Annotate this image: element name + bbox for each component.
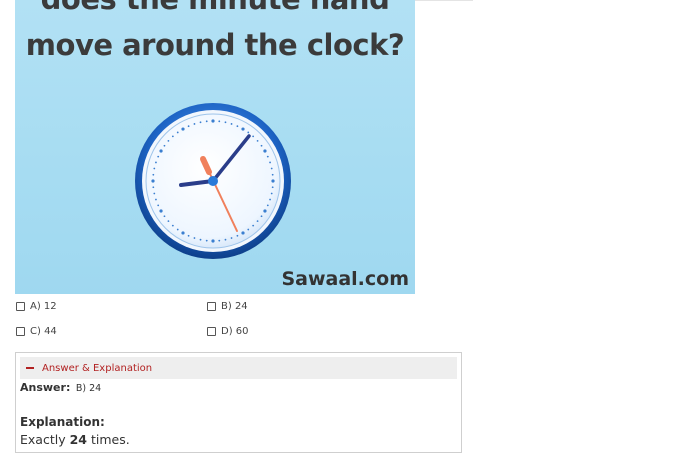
clock-tick [163, 144, 166, 147]
answer-value: B) 24 [75, 383, 102, 394]
explanation-number: 24 [69, 432, 87, 447]
clock-tick [236, 234, 239, 237]
clock-tick [199, 238, 202, 241]
question-text-line-2: move around the clock? [25, 28, 405, 62]
explanation-suffix: times. [86, 432, 130, 447]
clock-tick [241, 127, 245, 131]
answer-panel: Answer & Explanation Answer: B) 24 Expla… [15, 352, 462, 453]
clock-tick [269, 161, 271, 164]
clock-tick [181, 231, 185, 235]
clock-tick [151, 179, 155, 183]
clock-tick [152, 186, 155, 189]
option-d-label: D) 60 [221, 326, 249, 337]
clock-tick [193, 123, 196, 125]
clock-tick [263, 149, 267, 153]
clock-tick [159, 149, 163, 153]
clock-tick [218, 120, 221, 123]
clock-tick [256, 139, 259, 142]
clock-tick [187, 125, 190, 128]
option-c[interactable]: C) 44 [16, 326, 57, 337]
clock-tick [236, 125, 239, 128]
option-d-checkbox[interactable] [207, 327, 216, 336]
clock-tick [157, 204, 160, 207]
clock-tick [153, 167, 156, 170]
clock-tick [247, 131, 250, 134]
answer-explanation-title[interactable]: Answer & Explanation [42, 363, 152, 374]
clock-tick [176, 131, 179, 134]
clock-tick [153, 192, 156, 195]
clock-tick [224, 121, 227, 124]
clock-tick [163, 215, 166, 218]
clock-tick [167, 220, 170, 223]
answer-explanation-toggle[interactable]: Answer & Explanation [20, 357, 457, 379]
clock-tick [247, 228, 250, 231]
explanation-label: Explanation: [20, 415, 105, 429]
clock-tick [260, 215, 263, 218]
clock-tick [167, 139, 170, 142]
option-a-checkbox[interactable] [16, 302, 25, 311]
clock-tick [211, 239, 215, 243]
clock-tick [270, 167, 273, 170]
question-image: does the minute hand move around the clo… [15, 0, 415, 294]
option-b-checkbox[interactable] [207, 302, 216, 311]
option-c-checkbox[interactable] [16, 327, 25, 336]
clock-tick [266, 204, 269, 207]
clock-tick [252, 224, 255, 227]
clock-tick [181, 127, 185, 131]
clock-tick [266, 155, 269, 158]
clock-tick [271, 173, 274, 176]
collapse-minus-icon[interactable] [26, 367, 34, 369]
clock-tick [176, 228, 179, 231]
clock-tick [205, 239, 208, 242]
clock-tick [211, 119, 215, 123]
answer-line: Answer: B) 24 [20, 381, 101, 394]
option-a-label: A) 12 [30, 301, 57, 312]
clock-tick [269, 198, 271, 201]
clock-tick [218, 239, 221, 242]
option-d[interactable]: D) 60 [207, 326, 249, 337]
clock-tick [256, 220, 259, 223]
clock-tick [252, 135, 255, 138]
clock-tick [205, 120, 208, 123]
clock-tick [271, 186, 274, 189]
explanation-prefix: Exactly [20, 432, 70, 447]
clock-tick [155, 198, 157, 201]
watermark-logo: Sawaal.com [281, 268, 409, 290]
clock-tick [171, 135, 174, 138]
clock-tick [241, 231, 245, 235]
clock-tick [152, 173, 155, 176]
clock-tick [193, 237, 196, 239]
clock-icon [135, 103, 291, 259]
option-b-label: B) 24 [221, 301, 248, 312]
clock-tick [230, 237, 233, 239]
top-divider [413, 0, 473, 1]
explanation-text: Exactly 24 times. [20, 432, 130, 447]
clock-tick [224, 238, 227, 241]
clock-tick [270, 192, 273, 195]
clock-tick [263, 209, 267, 213]
clock-tick [157, 155, 160, 158]
clock-tick [187, 234, 190, 237]
question-text-line-1: does the minute hand [15, 0, 415, 16]
clock-tick [260, 144, 263, 147]
option-a[interactable]: A) 12 [16, 301, 57, 312]
clock-tick [159, 209, 163, 213]
answer-label: Answer: [20, 381, 71, 394]
option-b[interactable]: B) 24 [207, 301, 248, 312]
clock-tick [199, 121, 202, 124]
clock-tick [171, 224, 174, 227]
option-c-label: C) 44 [30, 326, 57, 337]
clock-tick [230, 123, 233, 125]
clock-tick [271, 179, 275, 183]
clock-tick [155, 161, 157, 164]
